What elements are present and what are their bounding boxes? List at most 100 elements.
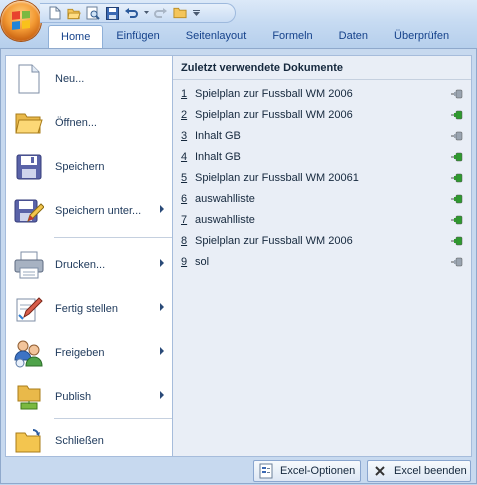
recent-document-number: 7 — [181, 214, 188, 226]
recent-document-number: 1 — [181, 88, 188, 100]
printer-icon — [12, 248, 46, 282]
pin-active-icon[interactable] — [451, 235, 465, 247]
recent-document-number: 8 — [181, 235, 188, 247]
submenu-arrow-icon — [160, 259, 164, 267]
finish-pen-icon — [12, 292, 46, 326]
pin-inactive-icon[interactable] — [451, 256, 465, 268]
quick-access-toolbar — [40, 3, 236, 23]
recent-document-item[interactable]: 6 auswahlliste — [173, 189, 471, 209]
menu-item-label: Publish — [55, 391, 92, 403]
save-as-icon — [12, 194, 46, 228]
recent-document-name: Spielplan zur Fussball WM 2006 — [195, 109, 353, 121]
recent-document-item[interactable]: 1 Spielplan zur Fussball WM 2006 — [173, 84, 471, 104]
undo-dropdown-icon[interactable] — [143, 6, 149, 20]
menu-item-print[interactable]: Drucken... — [10, 246, 170, 284]
pin-active-icon[interactable] — [451, 214, 465, 226]
print-preview-icon[interactable] — [86, 6, 100, 20]
close-x-icon — [372, 463, 388, 479]
menu-separator — [54, 237, 172, 238]
submenu-arrow-icon — [160, 303, 164, 311]
new-document-icon — [12, 62, 46, 96]
exit-excel-button[interactable]: Excel beenden — [367, 460, 471, 482]
pin-active-icon[interactable] — [451, 151, 465, 163]
exit-excel-label: Excel beenden — [394, 465, 467, 477]
office-menu-commands: Neu... Öffnen... Speichern Speichern unt… — [5, 55, 172, 457]
folder-icon[interactable] — [173, 6, 187, 20]
recent-document-item[interactable]: 4 Inhalt GB — [173, 147, 471, 167]
menu-item-label: Freigeben — [55, 347, 105, 359]
recent-document-item[interactable]: 9 sol — [173, 252, 471, 272]
recent-document-name: Inhalt GB — [195, 151, 241, 163]
pin-active-icon[interactable] — [451, 172, 465, 184]
submenu-arrow-icon — [160, 205, 164, 213]
recent-documents-pane: Zuletzt verwendete Dokumente 1 Spielplan … — [172, 55, 472, 457]
tab-einfuegen[interactable]: Einfügen — [103, 25, 172, 47]
recent-document-item[interactable]: 2 Spielplan zur Fussball WM 2006 — [173, 105, 471, 125]
menu-item-close[interactable]: Schließen — [10, 422, 170, 460]
recent-document-item[interactable]: 8 Spielplan zur Fussball WM 2006 — [173, 231, 471, 251]
menu-item-share[interactable]: Freigeben — [10, 334, 170, 372]
excel-options-label: Excel-Optionen — [280, 465, 356, 477]
pin-active-icon[interactable] — [451, 193, 465, 205]
tab-formeln[interactable]: Formeln — [259, 25, 325, 47]
recent-document-number: 2 — [181, 109, 188, 121]
tab-home[interactable]: Home — [48, 25, 104, 48]
recent-document-number: 3 — [181, 130, 188, 142]
ribbon-tabs: Home Einfügen Seitenlayout Formeln Daten… — [48, 25, 477, 48]
pin-inactive-icon[interactable] — [451, 88, 465, 100]
tab-seitenlayout[interactable]: Seitenlayout — [173, 25, 260, 47]
office-menu-footer: Excel-Optionen Excel beenden — [1, 457, 477, 485]
options-icon — [258, 463, 274, 479]
office-button[interactable] — [1, 1, 41, 41]
save-icon[interactable] — [105, 6, 119, 20]
menu-item-open[interactable]: Öffnen... — [10, 104, 170, 142]
office-menu: Neu... Öffnen... Speichern Speichern unt… — [0, 48, 477, 484]
recent-document-name: auswahlliste — [195, 214, 255, 226]
undo-icon[interactable] — [124, 6, 138, 20]
pin-active-icon[interactable] — [451, 109, 465, 121]
menu-item-label: Drucken... — [55, 259, 106, 271]
menu-item-new[interactable]: Neu... — [10, 60, 170, 98]
recent-document-name: Spielplan zur Fussball WM 2006 — [195, 235, 353, 247]
recent-document-item[interactable]: 3 Inhalt GB — [173, 126, 471, 146]
tab-daten[interactable]: Daten — [326, 25, 381, 47]
customize-qat-icon[interactable] — [192, 6, 200, 20]
share-people-icon — [12, 336, 46, 370]
menu-item-label: Speichern unter... — [55, 205, 142, 217]
recent-document-number: 4 — [181, 151, 188, 163]
open-folder-icon — [12, 106, 46, 140]
submenu-arrow-icon — [160, 347, 164, 355]
menu-item-publish[interactable]: Publish — [10, 378, 170, 416]
excel-options-button[interactable]: Excel-Optionen — [253, 460, 361, 482]
office-logo-icon — [12, 11, 30, 30]
menu-item-label: Öffnen... — [55, 117, 97, 129]
publish-icon — [12, 380, 46, 414]
menu-item-label: Neu... — [55, 73, 85, 85]
recent-document-name: Spielplan zur Fussball WM 20061 — [195, 172, 359, 184]
menu-item-label: Schließen — [55, 435, 104, 447]
recent-document-name: sol — [195, 256, 210, 268]
submenu-arrow-icon — [160, 391, 164, 399]
recent-document-name: auswahlliste — [195, 193, 255, 205]
close-folder-icon — [12, 424, 46, 458]
redo-icon[interactable] — [154, 6, 168, 20]
recent-document-number: 5 — [181, 172, 188, 184]
menu-item-label: Fertig stellen — [55, 303, 118, 315]
recent-document-name: Inhalt GB — [195, 130, 241, 142]
recent-document-item[interactable]: 5 Spielplan zur Fussball WM 20061 — [173, 168, 471, 188]
new-icon[interactable] — [48, 6, 62, 20]
recent-document-item[interactable]: 7 auswahlliste — [173, 210, 471, 230]
menu-item-finish[interactable]: Fertig stellen — [10, 290, 170, 328]
menu-item-save[interactable]: Speichern — [10, 148, 170, 186]
menu-separator — [54, 418, 172, 419]
tab-ueberpruefen[interactable]: Überprüfen — [381, 25, 462, 47]
save-disk-icon — [12, 150, 46, 184]
open-icon[interactable] — [67, 6, 81, 20]
recent-document-number: 6 — [181, 193, 188, 205]
pin-inactive-icon[interactable] — [451, 130, 465, 142]
recent-document-number: 9 — [181, 256, 188, 268]
menu-item-label: Speichern — [55, 161, 105, 173]
recent-document-name: Spielplan zur Fussball WM 2006 — [195, 88, 353, 100]
recent-documents-title: Zuletzt verwendete Dokumente — [173, 56, 471, 80]
menu-item-save-as[interactable]: Speichern unter... — [10, 192, 170, 230]
